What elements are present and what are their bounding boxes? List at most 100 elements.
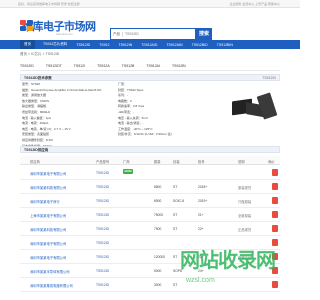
part-tabs: TS912ID TS912IDT TS912I TS912A TS912B TS912AI… [20, 62, 280, 71]
quantity-cell: 3000 [154, 283, 162, 287]
quantity-cell: 120000 [154, 255, 166, 259]
column-header: 数量 [154, 159, 161, 164]
quantity-cell: 7500 [154, 227, 162, 231]
part-link[interactable]: TS912ID [96, 185, 109, 189]
supplier-table-header: 供应商 产品型号 厂商 数量 封装 批号 说明 询价 [20, 156, 280, 165]
package-cell: ST [173, 227, 178, 231]
nav-item[interactable]: TS912ID [76, 43, 90, 47]
note-cell: 只做原装 [238, 200, 252, 204]
supplier-link[interactable]: 深圳市某某科技有限公司 [30, 227, 66, 232]
cart-icon[interactable] [272, 225, 278, 232]
table-row: 深圳市某某电子有限公司 TS912ID BOM [20, 166, 280, 180]
part-link[interactable]: TS912ID [96, 199, 109, 203]
package-cell: SOIC-8 [173, 199, 184, 203]
note-cell: 正品现货 [238, 228, 252, 232]
table-row: 深圳市某某科技有限公司 TS912ID 7500 ST 22+ 正品现货 [20, 222, 280, 236]
top-bar: 您好，欢迎来到维库电子市场网 登录 免费注册 企业服务 会员中心 上传产品 帮助… [0, 0, 300, 8]
search-box: 产品 [110, 28, 196, 40]
part-tab[interactable]: TS912IDT [46, 64, 62, 68]
part-tab[interactable]: TS912BI [172, 64, 186, 68]
part-link[interactable]: TS912ID [96, 171, 109, 175]
spec-title: TS912ID技术参数 [24, 76, 52, 80]
nav-item[interactable]: TS912 [99, 43, 109, 47]
nav-item[interactable]: TS912芯片资料 [43, 42, 67, 47]
nav-item[interactable]: TS912AIN [166, 43, 182, 47]
part-link[interactable]: TS912ID [96, 283, 109, 287]
part-link[interactable]: TS912ID [96, 213, 109, 217]
quantity-cell: 5000 [154, 269, 162, 273]
note-cell: 全新原装 [238, 214, 252, 218]
date-code-cell: 21+ [198, 213, 204, 217]
package-cell: ST [173, 213, 178, 217]
part-tab[interactable]: TS912B [122, 64, 135, 68]
package-cell: ST [173, 185, 178, 189]
package-cell: ST [173, 255, 178, 259]
column-header: 产品型号 [96, 159, 110, 164]
part-link[interactable]: TS912ID [96, 227, 109, 231]
logo-text: 维库电子市场网 [22, 21, 96, 33]
column-header: 封装 [173, 159, 180, 164]
note-cell: 原装现货 [238, 186, 252, 190]
quantity-cell: 75000 [154, 213, 164, 217]
supplier-link[interactable]: 深圳市某某电子有限公司 [30, 255, 66, 260]
quantity-cell: 8900 [154, 199, 162, 203]
search-input[interactable] [125, 32, 173, 36]
supplier-link[interactable]: 深圳市某某电子有限公司 [30, 171, 66, 176]
page: 您好，欢迎来到维库电子市场网 登录 免费注册 企业服务 会员中心 上传产品 帮助… [0, 0, 300, 300]
column-header: 询价 [268, 159, 275, 164]
cart-icon[interactable] [272, 211, 278, 218]
search-button[interactable]: 搜索 [196, 28, 212, 40]
supplier-link[interactable]: 深圳市某某集成电路有限公司 [30, 283, 73, 288]
main-nav: 首页 TS912芯片资料 TS912ID TS912 TS912IN TS912AID TS… [0, 40, 300, 49]
date-code-cell: 22+ [198, 227, 204, 231]
supplier-link[interactable]: 深圳市某某科技有限公司 [30, 185, 66, 190]
quantity-cell: 8800 [154, 185, 162, 189]
bom-badge[interactable]: BOM [123, 169, 133, 174]
supplier-link[interactable]: 深圳市某某电子商行 [30, 199, 60, 204]
supplier-link[interactable]: 上海市某某电子有限公司 [30, 213, 66, 218]
column-header: 供应商 [30, 159, 40, 164]
watermark-text: 网站收录网 [180, 250, 276, 272]
part-tab[interactable]: TS912I [74, 64, 85, 68]
table-row: 深圳市某某电子商行 TS912ID 8900 SOIC-8 2019+ 只做原装 [20, 194, 280, 208]
nav-item[interactable]: 首页 [20, 40, 35, 49]
column-header: 批号 [198, 159, 205, 164]
spec-part-label: TS912ID [262, 76, 276, 80]
top-links[interactable]: 企业服务 会员中心 上传产品 帮助中心 [229, 0, 280, 7]
search-type-select[interactable]: 产品 [111, 31, 123, 37]
part-link[interactable]: TS912ID [96, 269, 109, 273]
product-image [228, 90, 278, 126]
table-row: 深圳市某某科技有限公司 TS912ID 8800 ST 2018+ 原装现货 [20, 180, 280, 194]
header: 维库电子市场网 www.dzsc.com 产品 搜索 [0, 9, 300, 40]
part-link[interactable]: TS912ID [96, 255, 109, 259]
table-row: 上海市某某电子有限公司 TS912ID 75000 ST 21+ 全新原装 [20, 208, 280, 222]
supplier-link[interactable]: 深圳市某某半导体有限公司 [30, 269, 70, 274]
part-tab[interactable]: TS912ID [20, 64, 34, 68]
date-code-cell: 2018+ [198, 185, 208, 189]
date-code-cell: 2019+ [198, 199, 208, 203]
part-link[interactable]: TS912ID [96, 241, 109, 245]
breadcrumb: 首页 > IC芯片 > TS912ID [20, 52, 60, 56]
logo-url: www.dzsc.com [56, 33, 73, 36]
package-cell: ST [173, 283, 178, 287]
spec-section-header: TS912ID技术参数 TS912ID [20, 74, 280, 81]
spec-table: 型号：ST928 厂家： 描述：General Purpose Amplifier … [22, 82, 212, 149]
cart-icon[interactable] [272, 183, 278, 190]
supplier-section-header: TS912ID供应商 [20, 146, 280, 153]
site-logo[interactable]: 维库电子市场网 www.dzsc.com [20, 17, 96, 36]
cart-icon[interactable] [272, 197, 278, 204]
welcome-text[interactable]: 您好，欢迎来到维库电子市场网 登录 免费注册 [18, 0, 80, 7]
supplier-title: TS912ID供应商 [24, 148, 49, 152]
nav-item[interactable]: TS912AID [141, 43, 157, 47]
nav-item[interactable]: TS912BIN [217, 43, 233, 47]
watermark-sub: wzsl.com [186, 277, 215, 284]
column-header: 厂商 [123, 159, 130, 164]
column-header: 说明 [238, 159, 245, 164]
part-tab[interactable]: TS912A [97, 64, 110, 68]
cart-icon[interactable] [272, 169, 278, 176]
part-tab[interactable]: TS912AI [146, 64, 160, 68]
nav-item[interactable]: TS912IN [118, 43, 132, 47]
watermark-logo: 网站收录网 wzsl.com [180, 244, 300, 300]
nav-item[interactable]: TS912BID [192, 43, 208, 47]
supplier-link[interactable]: 深圳市某某电子有限公司 [30, 241, 66, 246]
